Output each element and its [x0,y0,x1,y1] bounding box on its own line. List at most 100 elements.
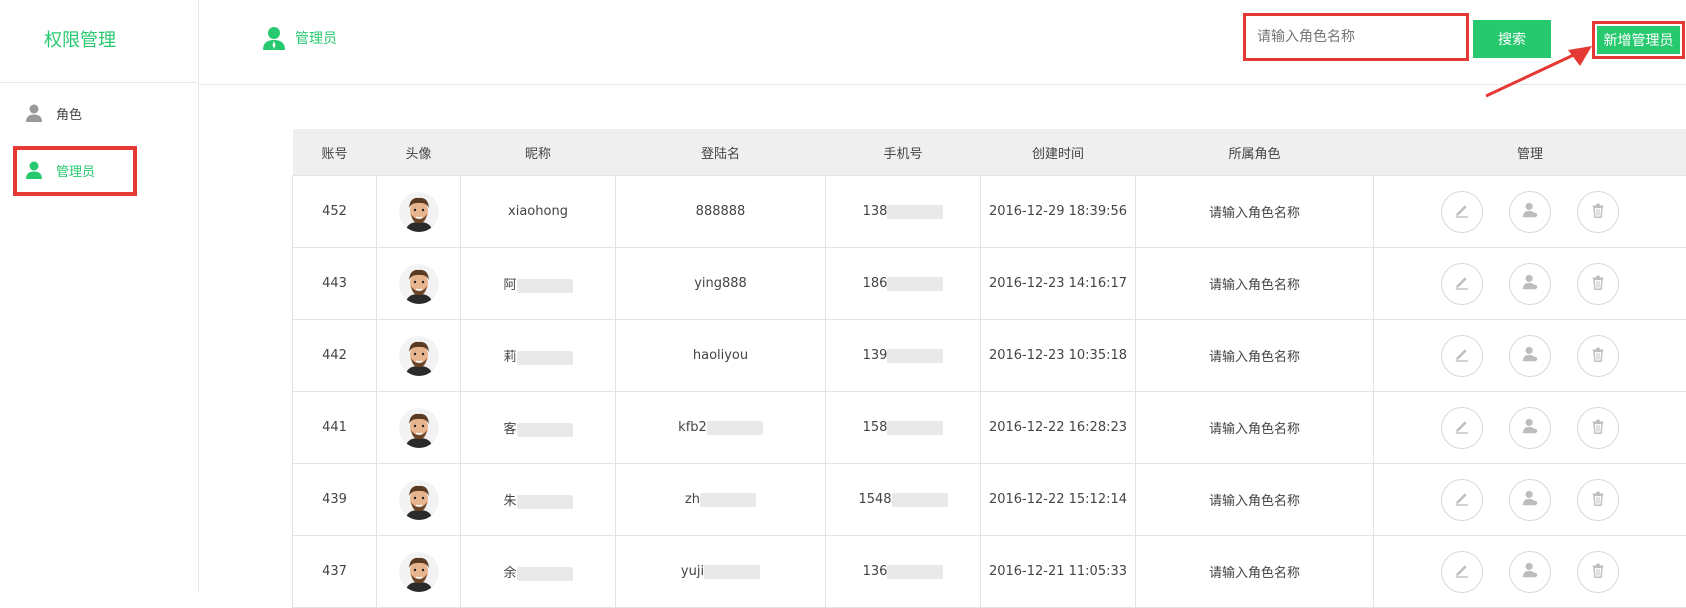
actions-cell [1374,464,1686,536]
redaction-mask [517,495,573,509]
phone-cell: 139 [826,320,981,392]
table-row: 443 阿 ying888 186 2016-12-23 14:16:17 请输… [293,248,1686,320]
user-settings-icon [1521,417,1539,439]
phone-number: 158 [863,420,888,435]
login-name: 888888 [696,204,746,219]
nickname-cell: 朱 [461,464,616,536]
role-name: 请输入角色名称 [1136,320,1374,392]
sidebar-item-admin[interactable]: 管理员 [24,155,95,185]
login-name-cell: ying888 [616,248,826,320]
edit-button[interactable] [1441,407,1483,449]
trash-icon [1589,561,1607,583]
created-time: 2016-12-21 11:05:33 [981,536,1136,608]
delete-button[interactable] [1577,335,1619,377]
delete-button[interactable] [1577,263,1619,305]
trash-icon [1589,345,1607,367]
edit-button[interactable] [1441,335,1483,377]
redaction-mask [887,421,943,435]
avatar [377,392,461,464]
login-name: kfb2 [678,420,707,435]
trash-icon [1589,489,1607,511]
nickname: 莉 [503,350,516,365]
edit-icon [1453,273,1471,295]
login-name: zh [685,492,700,507]
login-name-cell: haoliyou [616,320,826,392]
user-settings-icon [1521,273,1539,295]
phone-number: 1548 [858,492,891,507]
edit-icon [1453,561,1471,583]
edit-icon [1453,417,1471,439]
sidebar-item-role[interactable]: 角色 [24,98,82,128]
nickname: 客 [503,422,516,437]
edit-button[interactable] [1441,479,1483,521]
created-time: 2016-12-23 10:35:18 [981,320,1136,392]
login-name-cell: zh [616,464,826,536]
phone-number: 138 [863,204,888,219]
assign-role-button[interactable] [1509,407,1551,449]
redaction-mask [517,567,573,581]
trash-icon [1589,273,1607,295]
avatar [377,248,461,320]
phone-number: 136 [863,564,888,579]
assign-role-button[interactable] [1509,191,1551,233]
nickname: 朱 [503,494,516,509]
add-highlight-box: 新增管理员 [1592,21,1685,59]
edit-button[interactable] [1441,191,1483,233]
edit-button[interactable] [1441,263,1483,305]
user-icon [24,160,44,180]
redaction-mask [700,493,756,507]
delete-button[interactable] [1577,407,1619,449]
edit-button[interactable] [1441,551,1483,593]
account-id: 437 [293,536,377,608]
assign-role-button[interactable] [1509,479,1551,521]
role-name: 请输入角色名称 [1136,464,1374,536]
nickname-cell: 余 [461,536,616,608]
created-time: 2016-12-23 14:16:17 [981,248,1136,320]
assign-role-button[interactable] [1509,335,1551,377]
account-id: 443 [293,248,377,320]
nickname-cell: 客 [461,392,616,464]
account-id: 442 [293,320,377,392]
assign-role-button[interactable] [1509,551,1551,593]
redaction-mask [704,565,760,579]
phone-cell: 186 [826,248,981,320]
actions-cell [1374,320,1686,392]
table-header-row: 账号 头像 昵称 登陆名 手机号 创建时间 所属角色 管理 [293,129,1686,176]
redaction-mask [707,421,763,435]
user-settings-icon [1521,345,1539,367]
user-settings-icon [1521,561,1539,583]
user-settings-icon [1521,489,1539,511]
add-admin-button[interactable]: 新增管理员 [1597,26,1680,54]
phone-number: 139 [863,348,888,363]
user-icon [24,103,44,123]
admin-table: 账号 头像 昵称 登陆名 手机号 创建时间 所属角色 管理 452 xiaoho… [292,129,1686,608]
actions-cell [1374,176,1686,248]
redaction-mask [887,277,943,291]
nickname-cell: 莉 [461,320,616,392]
column-header: 管理 [1374,129,1686,176]
column-header: 登陆名 [616,129,826,176]
actions-cell [1374,392,1686,464]
nickname: xiaohong [508,204,568,219]
table-row: 442 莉 haoliyou 139 2016-12-23 10:35:18 请… [293,320,1686,392]
user-settings-icon [1521,201,1539,223]
search-input[interactable] [1249,19,1463,55]
table-row: 437 余 yuji 136 2016-12-21 11:05:33 请输入角色… [293,536,1686,608]
phone-cell: 158 [826,392,981,464]
account-id: 439 [293,464,377,536]
redaction-mask [517,351,573,365]
avatar [377,176,461,248]
delete-button[interactable] [1577,551,1619,593]
trash-icon [1589,417,1607,439]
redaction-mask [887,205,943,219]
edit-icon [1453,489,1471,511]
delete-button[interactable] [1577,191,1619,233]
column-header: 头像 [377,129,461,176]
assign-role-button[interactable] [1509,263,1551,305]
admin-user-icon [261,25,287,51]
column-header: 昵称 [461,129,616,176]
account-id: 441 [293,392,377,464]
login-name-cell: yuji [616,536,826,608]
account-id: 452 [293,176,377,248]
delete-button[interactable] [1577,479,1619,521]
